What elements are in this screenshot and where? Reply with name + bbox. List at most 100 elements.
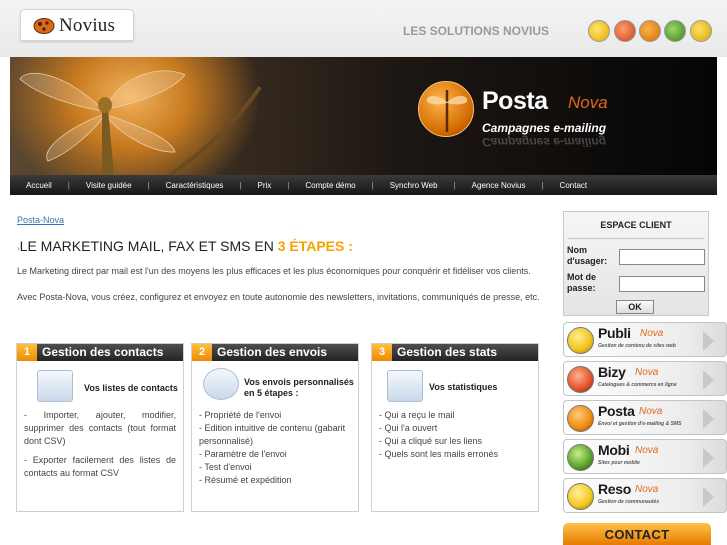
envelope-icon [203, 368, 239, 400]
banner: Posta Nova Campagnes e-mailing Campagnes… [10, 57, 717, 175]
novius-logo[interactable]: Novius [20, 9, 134, 41]
bizy-icon [567, 366, 594, 393]
client-login-panel: ESPACE CLIENT Nom d'usager: Mot de passe… [563, 211, 709, 316]
nav-separator: | [239, 180, 242, 190]
publi-icon[interactable] [588, 20, 610, 42]
posta-nova-logo-icon [418, 81, 474, 137]
step-sends-panel: 2 Gestion des envois Vos envois personna… [191, 343, 359, 512]
logo-text: Novius [59, 15, 116, 36]
contact-list-icon [37, 370, 73, 402]
nav-separator: | [287, 180, 290, 190]
step-header: 3 Gestion des stats [372, 344, 538, 361]
dragonfly-image [19, 70, 262, 175]
nav-separator: | [453, 180, 456, 190]
nav-item-visite-guidee[interactable]: Visite guidée [86, 181, 132, 190]
page: Novius LES SOLUTIONS NOVIUS Posta Nova C… [0, 0, 727, 545]
list-item: - Edition intuitive de contenu (gabarit … [199, 423, 346, 446]
arrow-right-icon [703, 409, 714, 429]
list-item: - Quels sont les mails erronés [379, 449, 499, 459]
contact-button[interactable]: CONTACT [563, 523, 711, 545]
headline-text: LE MARKETING MAIL, FAX ET SMS EN [19, 238, 278, 254]
list-item: - Résumé et expédition [199, 475, 292, 485]
nav-separator: | [67, 180, 70, 190]
product-reso-nova[interactable]: Reso Nova Gestion de communautés [563, 478, 727, 513]
password-label: Mot de passe: [567, 272, 596, 293]
list-item: - Exporter facilement des listes de cont… [24, 455, 176, 478]
product-posta-nova[interactable]: Posta Nova Envoi et gestion d'e-mailing … [563, 400, 727, 435]
brand-tagline-reflection: Campagnes e-mailing [482, 135, 607, 149]
step-number: 3 [372, 344, 392, 361]
arrow-right-icon [703, 487, 714, 507]
nav-item-prix[interactable]: Prix [258, 181, 272, 190]
product-nova: Nova [640, 328, 664, 339]
nav-item-accueil[interactable]: Accueil [26, 181, 52, 190]
product-name: Reso [598, 481, 632, 497]
step-header: 2 Gestion des envois [192, 344, 358, 361]
list-item: - Importer, ajouter, modifier, supprimer… [24, 410, 176, 446]
nav-separator: | [541, 180, 544, 190]
intro-paragraph-2: Avec Posta-Nova, vous créez, configurez … [17, 292, 540, 302]
product-description: Envoi et gestion d'e-mailing & SMS [598, 421, 682, 427]
step-list: - Propriété de l'envoi - Edition intuiti… [199, 409, 351, 487]
mobi-icon[interactable] [664, 20, 686, 42]
posta-icon [567, 405, 594, 432]
step-list: - Qui a reçu le mail - Qui l'a ouvert - … [379, 409, 531, 461]
main-nav: Accueil | Visite guidée | Caractéristiqu… [10, 175, 717, 195]
nav-item-agence-novius[interactable]: Agence Novius [472, 181, 526, 190]
reso-icon[interactable] [690, 20, 712, 42]
product-bizy-nova[interactable]: Bizy Nova Catalogues & commerce en ligne [563, 361, 727, 396]
page-headline: ›LE MARKETING MAIL, FAX ET SMS EN 3 ÉTAP… [17, 238, 353, 254]
step-header: 1 Gestion des contacts [17, 344, 183, 361]
list-item: - Qui a cliqué sur les liens [379, 436, 483, 446]
arrow-right-icon [703, 370, 714, 390]
step-title: Gestion des stats [397, 345, 498, 359]
bizy-icon[interactable] [614, 20, 636, 42]
arrow-right-icon [703, 448, 714, 468]
step-title: Gestion des envois [217, 345, 328, 359]
publi-icon [567, 327, 594, 354]
step-stats-panel: 3 Gestion des stats Vos statistiques - Q… [371, 343, 539, 512]
nav-separator: | [147, 180, 150, 190]
nav-item-synchro-web[interactable]: Synchro Web [390, 181, 438, 190]
username-label: Nom d'usager: [567, 245, 608, 266]
step-subtitle: Vos statistiques [429, 382, 498, 392]
intro-paragraph-1: Le Marketing direct par mail est l'un de… [17, 266, 531, 276]
divider [568, 238, 704, 239]
product-description: Catalogues & commerce en ligne [598, 382, 677, 388]
statistics-chart-icon [387, 370, 423, 402]
nav-item-compte-demo[interactable]: Compte démo [305, 181, 355, 190]
product-nova: Nova [635, 445, 659, 456]
step-number: 2 [192, 344, 212, 361]
product-description: Sites pour mobile [598, 460, 640, 466]
product-nova: Nova [639, 406, 663, 417]
step-title: Gestion des contacts [42, 345, 164, 359]
nav-separator: | [371, 180, 374, 190]
list-item: - Qui l'a ouvert [379, 423, 438, 433]
username-input[interactable] [619, 249, 705, 265]
list-item: - Paramètre de l'envoi [199, 449, 287, 459]
login-ok-button[interactable]: OK [616, 300, 654, 314]
product-mobi-nova[interactable]: Mobi Nova Sites pour mobile [563, 439, 727, 474]
ladybug-logo-icon [33, 18, 55, 34]
list-item: - Propriété de l'envoi [199, 410, 282, 420]
solutions-label: LES SOLUTIONS NOVIUS [403, 24, 550, 38]
product-nova: Nova [635, 367, 659, 378]
top-bar: Novius LES SOLUTIONS NOVIUS [0, 0, 727, 57]
product-name: Publi [598, 325, 631, 341]
product-name: Posta [598, 403, 635, 419]
mobi-icon [567, 444, 594, 471]
client-panel-title: ESPACE CLIENT [600, 220, 672, 230]
arrow-right-icon [703, 331, 714, 351]
step-list: - Importer, ajouter, modifier, supprimer… [24, 409, 176, 480]
step-subtitle: Vos listes de contacts [84, 383, 178, 393]
password-input[interactable] [619, 276, 705, 292]
breadcrumb-link[interactable]: Posta-Nova [17, 215, 64, 225]
nav-item-caracteristiques[interactable]: Caractéristiques [166, 181, 224, 190]
nav-item-contact[interactable]: Contact [560, 181, 588, 190]
brand-tagline: Campagnes e-mailing [482, 121, 607, 135]
list-item: - Test d'envoi [199, 462, 252, 472]
posta-icon[interactable] [639, 20, 661, 42]
product-description: Gestion de communautés [598, 499, 660, 505]
product-publi-nova[interactable]: Publi Nova Gestion de contenu de sites w… [563, 322, 727, 357]
product-name: Mobi [598, 442, 630, 458]
